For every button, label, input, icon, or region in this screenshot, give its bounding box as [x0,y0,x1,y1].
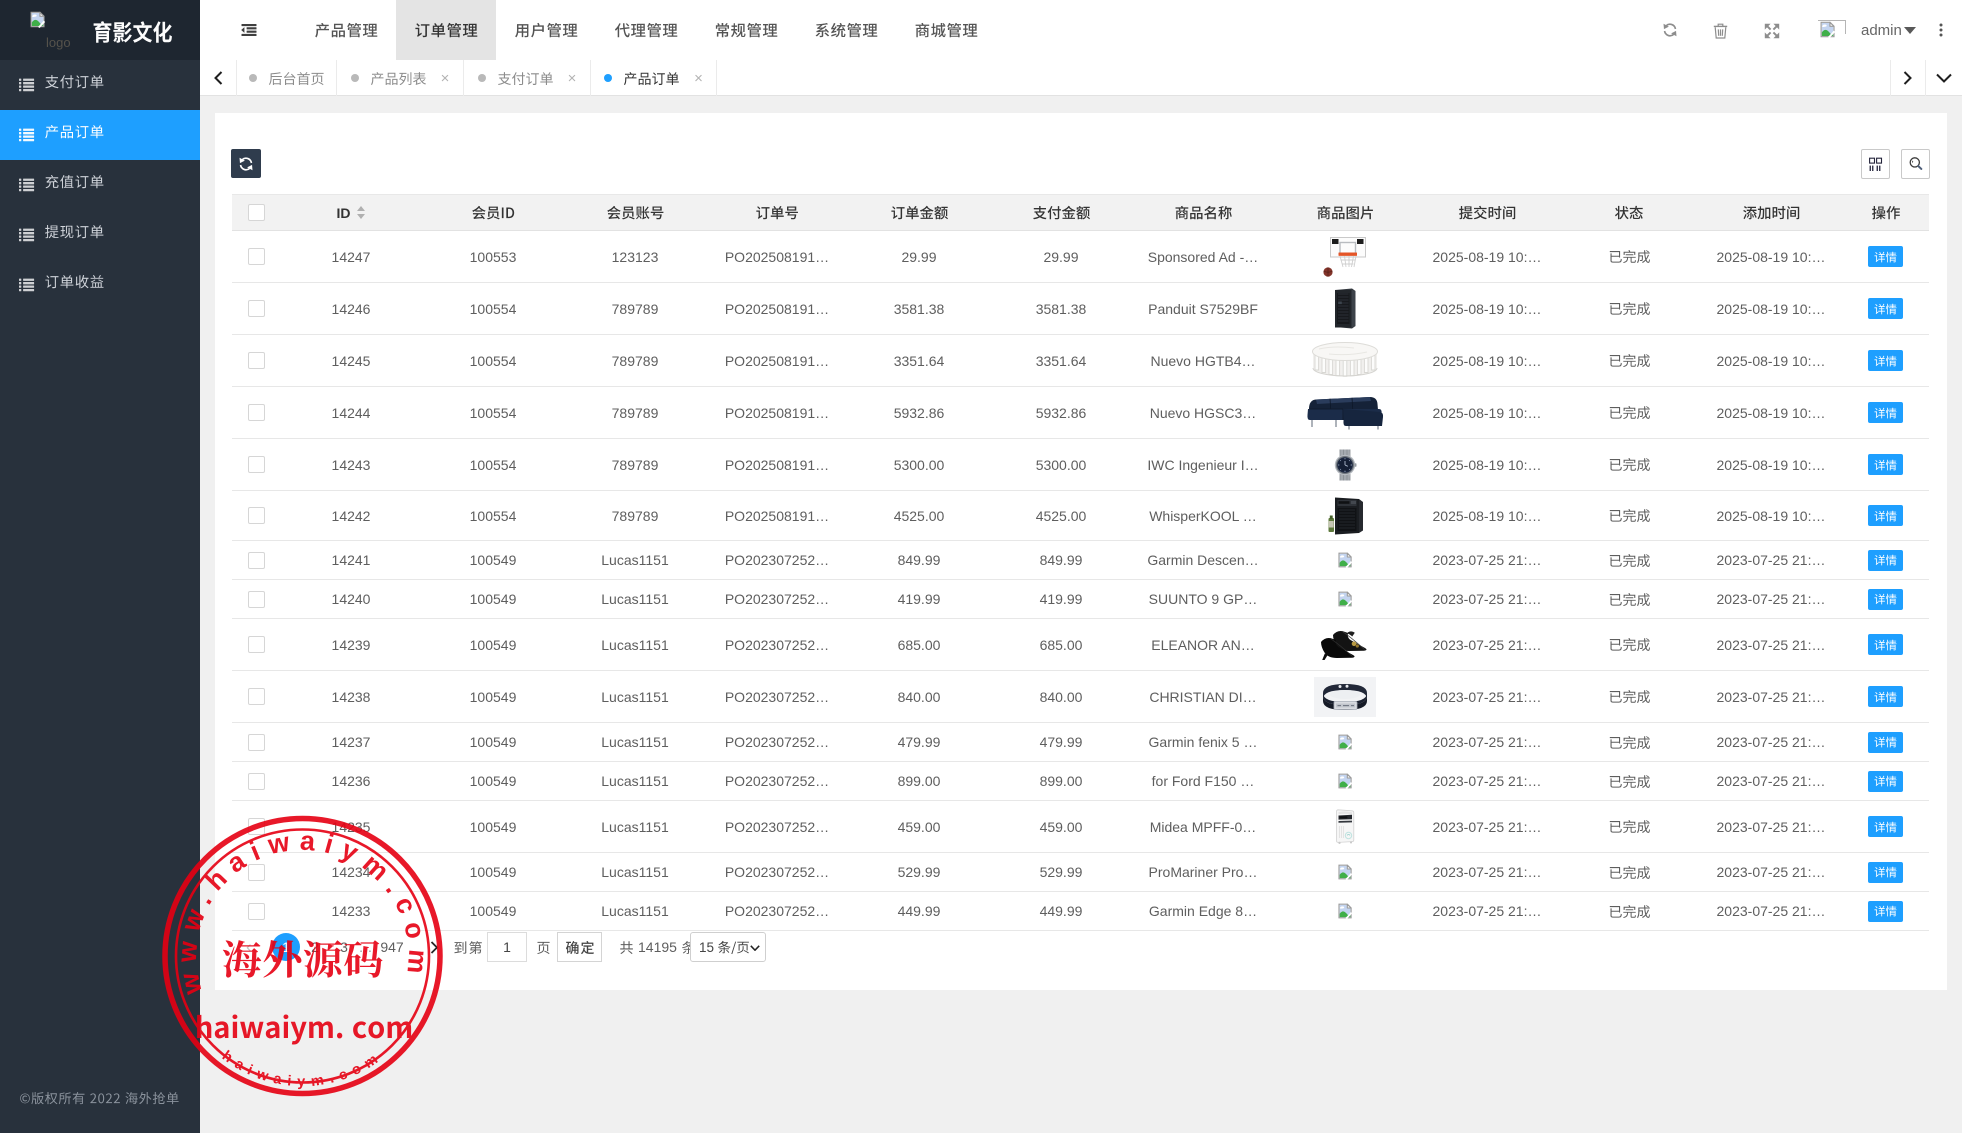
svg-text:haiwaiym.com: haiwaiym.com [219,1048,386,1090]
